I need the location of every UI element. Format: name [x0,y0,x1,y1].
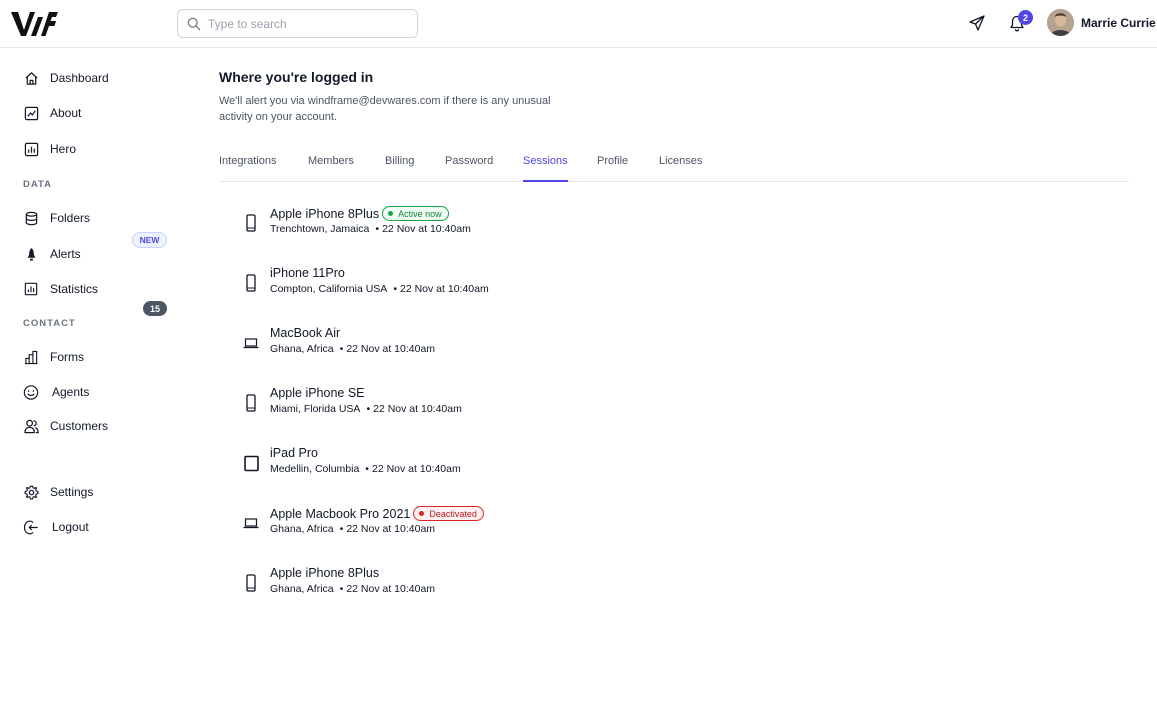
tab-bar: Integrations Members Billing Password Se… [219,150,1129,182]
sidebar-item-dashboard[interactable]: Dashboard [23,68,168,88]
device-name: Apple iPhone 8Plus [270,566,380,580]
chart-line-icon [23,105,39,121]
session-details: Trenchtown, Jamaica • 22 Nov at 10:40am [270,223,471,235]
sidebar-item-label: About [50,106,82,120]
tab-sessions[interactable]: Sessions [523,155,568,182]
section-label-data: DATA [23,179,52,190]
page-title: Where you're logged in [219,69,374,85]
sidebar-item-label: Logout [52,520,89,534]
sidebar-item-label: Dashboard [50,71,109,85]
session-row[interactable]: Apple iPhone 8Plus Active now Trenchtown… [243,206,643,253]
phone-icon [243,573,259,593]
search-box[interactable] [177,9,418,38]
paper-plane-icon [969,15,985,31]
database-icon [23,210,39,226]
device-name: Apple Macbook Pro 2021 [270,506,411,521]
device-name: iPhone 11Pro [270,266,345,280]
home-icon [23,70,39,86]
session-row[interactable]: iPhone 11Pro Compton, California USA • 22 … [243,266,643,313]
session-details: Medellin, Columbia • 22 Nov at 10:40am [270,463,461,475]
sidebar-item-label: Hero [50,142,77,156]
user-name: Marrie Currie [1081,15,1156,30]
active-status-badge: Active now [382,206,449,221]
users-icon [23,418,39,434]
notification-count-badge: 2 [1018,10,1033,25]
sidebar-item-folders[interactable]: Folders [23,208,168,228]
smiley-icon [23,384,39,400]
sidebar-item-label: Settings [50,485,94,499]
section-label-contact: CONTACT [23,318,76,329]
sidebar-item-customers[interactable]: Customers [23,416,168,436]
phone-icon [243,273,259,293]
logout-icon [23,519,39,535]
session-details: Ghana, Africa • 22 Nov at 10:40am [270,523,436,535]
new-badge: NEW [132,232,167,248]
tab-members[interactable]: Members [308,155,354,182]
device-name: Apple iPhone 8Plus [270,206,380,221]
sidebar-item-hero[interactable]: Hero [23,139,168,159]
alert-bell-icon [23,246,39,262]
sidebar-item-agents[interactable]: Agents [23,382,168,402]
device-name: Apple iPhone SE [270,386,365,400]
session-details: Compton, California USA • 22 Nov at 10:40a… [270,283,489,295]
sidebar-item-label: Forms [50,350,84,364]
search-icon [187,17,201,30]
device-name: MacBook Air [270,326,341,340]
page-description: We'll alert you via windframe@devwares.c… [219,95,551,123]
sidebar-item-label: Agents [52,385,90,399]
search-input[interactable] [208,16,408,31]
session-row[interactable]: Apple Macbook Pro 2021 Deactivated Ghana… [243,506,643,553]
tab-billing[interactable]: Billing [385,155,414,182]
send-button[interactable] [967,13,987,33]
phone-icon [243,393,259,413]
session-row[interactable]: Apple iPhone 8Plus Ghana, Africa • 22 Nov … [243,566,643,613]
laptop-icon [243,333,259,353]
device-name: iPad Pro [270,446,318,460]
session-details: Ghana, Africa • 22 Nov at 10:40am [270,583,436,595]
sidebar-item-about[interactable]: About [23,103,168,123]
session-row[interactable]: Apple iPhone SE Miami, Florida USA • 22 No… [243,386,643,433]
user-menu[interactable]: Marrie Currie [1047,9,1156,36]
sidebar-item-label: Statistics [50,282,99,296]
sidebar-item-logout[interactable]: Logout [23,517,168,537]
bar-chart-icon [23,349,39,365]
session-details: Miami, Florida USA • 22 Nov at 10:40am [270,403,462,415]
tab-password[interactable]: Password [445,155,493,182]
sidebar-item-statistics[interactable]: Statistics [23,279,168,299]
forms-count-badge: 15 [143,301,167,316]
statistics-icon [23,281,39,297]
top-bar: 2 Marrie Currie [0,0,1157,48]
tab-profile[interactable]: Profile [597,155,628,182]
windframe-logo[interactable] [11,11,59,37]
session-details: Ghana, Africa • 22 Nov at 10:40am [270,343,436,355]
sidebar-item-forms[interactable]: Forms [23,347,168,367]
session-row[interactable]: iPad Pro Medellin, Columbia • 22 Nov at 10… [243,446,643,493]
deactivated-status-badge: Deactivated [413,506,484,521]
tablet-icon [243,453,259,473]
sidebar-item-label: Customers [50,419,109,433]
session-row[interactable]: MacBook Air Ghana, Africa • 22 Nov at 10:4… [243,326,643,373]
sidebar-item-label: Folders [50,211,91,225]
tab-licenses[interactable]: Licenses [659,155,702,182]
sidebar-item-settings[interactable]: Settings [23,482,168,502]
sidebar-item-label: Alerts [50,247,81,261]
tab-integrations[interactable]: Integrations [219,155,276,182]
laptop-icon [243,513,259,533]
avatar [1047,9,1074,36]
bar-chart-icon [23,141,39,157]
gear-icon [23,484,39,500]
phone-icon [243,213,259,233]
